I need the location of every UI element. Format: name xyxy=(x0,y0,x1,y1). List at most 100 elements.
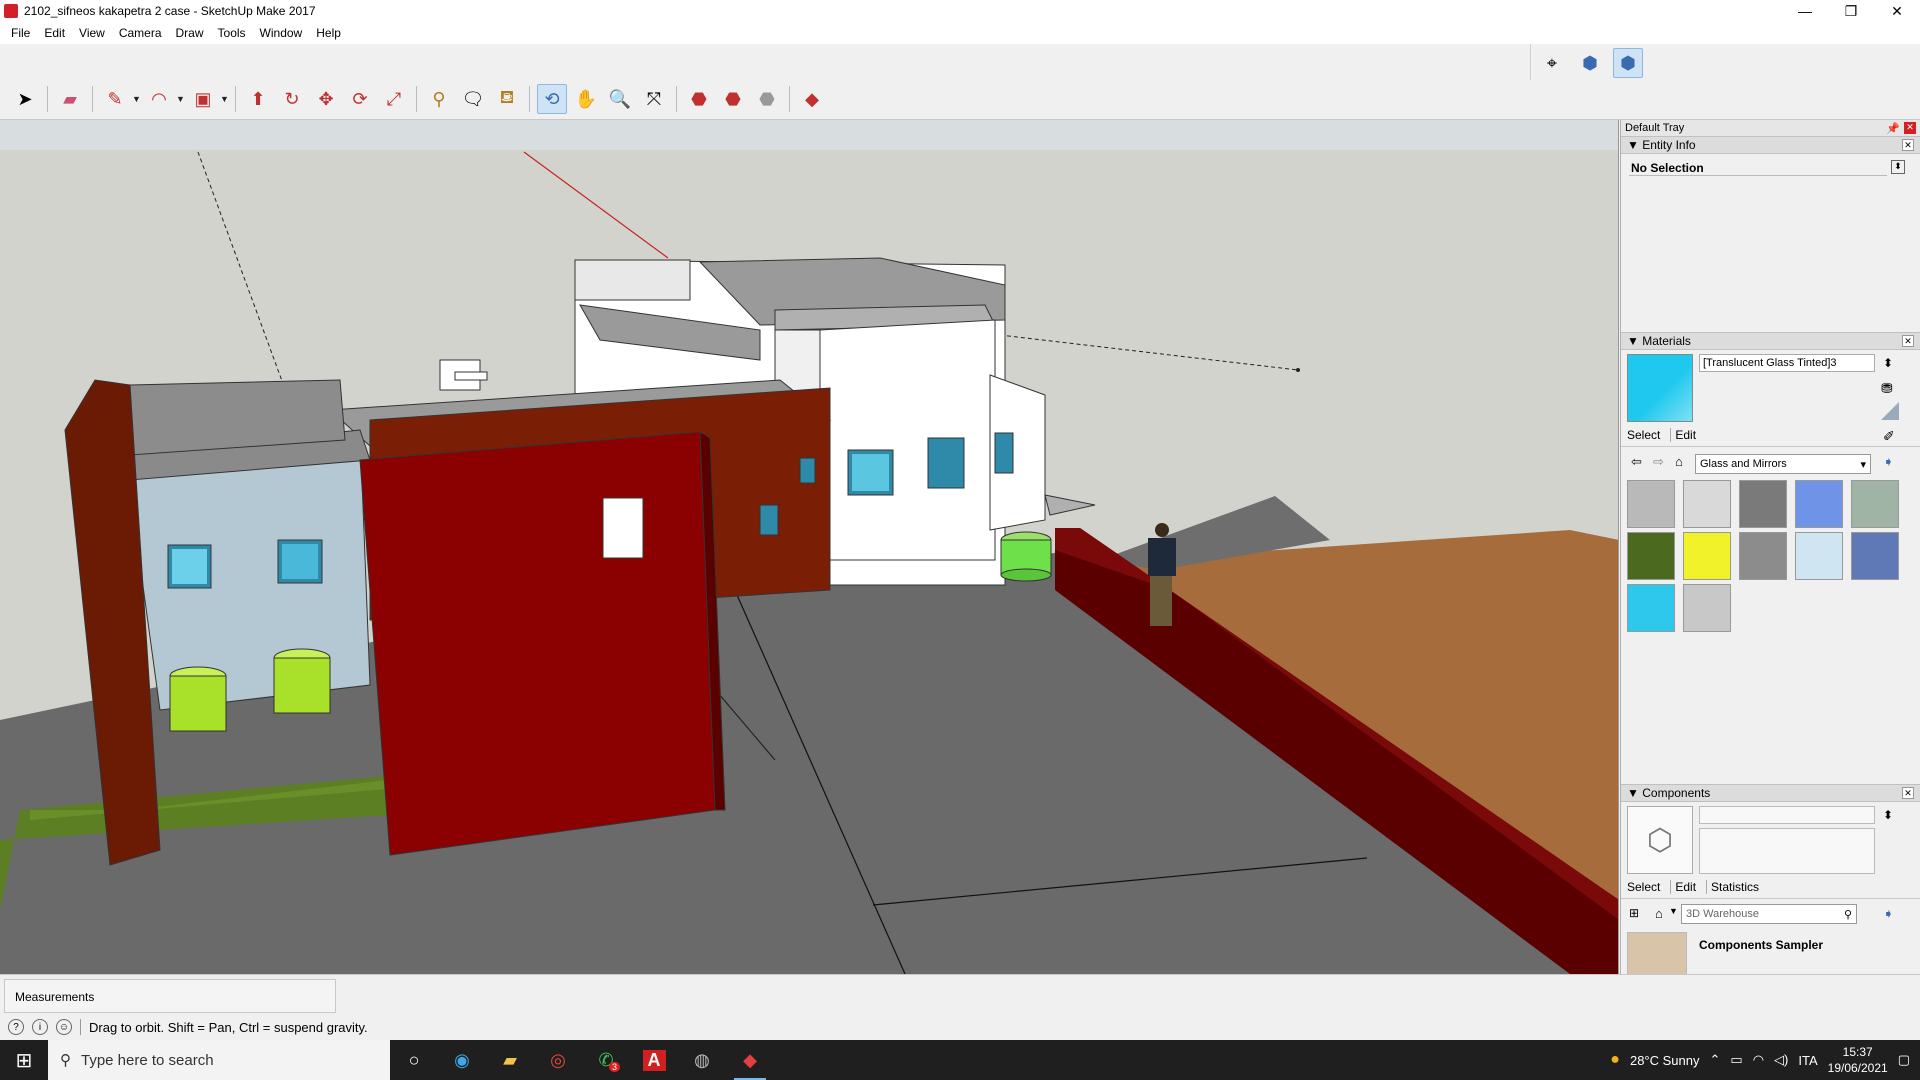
pan-tool-icon[interactable]: ✋ xyxy=(571,84,601,114)
components-close-icon[interactable]: ✕ xyxy=(1902,787,1914,799)
walk-icon[interactable]: ⬢ xyxy=(1575,48,1605,78)
details-arrow-icon[interactable]: ➧ xyxy=(1883,906,1894,922)
material-swatch[interactable] xyxy=(1683,584,1731,632)
tape-measure-icon[interactable]: ⚲ xyxy=(424,84,454,114)
menu-file[interactable]: File xyxy=(4,26,37,40)
edge-browser-icon[interactable]: ◉ xyxy=(438,1040,486,1080)
line-dropdown-icon[interactable]: ▼ xyxy=(132,94,142,104)
zoom-extents-icon[interactable]: ⤧ xyxy=(639,84,669,114)
chrome-browser-icon[interactable]: ◎ xyxy=(534,1040,582,1080)
materials-tab-select[interactable]: Select xyxy=(1627,428,1660,442)
material-name-field[interactable]: [Translucent Glass Tinted]3 xyxy=(1699,354,1875,372)
minimize-button[interactable]: — xyxy=(1782,0,1828,22)
material-swatch[interactable] xyxy=(1739,532,1787,580)
warehouse-search-input[interactable]: 3D Warehouse ⚲ xyxy=(1681,904,1857,924)
ruby-extension-icon[interactable]: ◆ xyxy=(797,84,827,114)
credits-icon[interactable]: i xyxy=(32,1019,48,1035)
material-swatch[interactable] xyxy=(1851,480,1899,528)
material-swatch[interactable] xyxy=(1739,480,1787,528)
windows-start-icon[interactable]: ⊞ xyxy=(0,1040,48,1080)
material-swatch[interactable] xyxy=(1795,532,1843,580)
components-sampler-label[interactable]: Components Sampler xyxy=(1699,938,1823,952)
geo-location-icon[interactable]: ? xyxy=(8,1019,24,1035)
home-icon[interactable]: ⌂ xyxy=(1655,906,1663,921)
navigation-dropdown-icon[interactable]: ▼ xyxy=(1669,906,1678,916)
material-swatch[interactable] xyxy=(1627,532,1675,580)
move-tool-icon[interactable]: ✥ xyxy=(311,84,341,114)
share-model-icon[interactable]: ⬣ xyxy=(752,84,782,114)
file-explorer-icon[interactable]: ▰ xyxy=(486,1040,534,1080)
rectangle-dropdown-icon[interactable]: ▼ xyxy=(220,94,230,104)
autocad-icon[interactable]: A xyxy=(630,1040,678,1080)
material-swatch[interactable] xyxy=(1627,584,1675,632)
position-camera-icon[interactable]: ⌖ xyxy=(1537,48,1567,78)
material-swatch[interactable] xyxy=(1851,532,1899,580)
components-tab-edit[interactable]: Edit xyxy=(1670,880,1696,894)
forward-arrow-icon[interactable]: ⇨ xyxy=(1653,454,1664,470)
home-icon[interactable]: ⌂ xyxy=(1675,454,1683,469)
arc-dropdown-icon[interactable]: ▼ xyxy=(176,94,186,104)
component-description-field[interactable] xyxy=(1699,828,1875,874)
default-material-icon[interactable] xyxy=(1881,402,1899,420)
follow-me-icon[interactable]: ↻ xyxy=(277,84,307,114)
maximize-button[interactable]: ❐ xyxy=(1828,0,1874,22)
orbit-tool-icon[interactable]: ⟲ xyxy=(537,84,567,114)
material-swatch[interactable] xyxy=(1795,480,1843,528)
material-details-icon[interactable]: ⬍ xyxy=(1883,356,1893,370)
create-material-icon[interactable]: ⛃ xyxy=(1881,380,1893,397)
materials-close-icon[interactable]: ✕ xyxy=(1902,335,1914,347)
line-tool-icon[interactable]: ✎ xyxy=(100,84,130,114)
entity-info-close-icon[interactable]: ✕ xyxy=(1902,139,1914,151)
whatsapp-icon[interactable]: ✆ 3 xyxy=(582,1040,630,1080)
notifications-icon[interactable]: ▢ xyxy=(1898,1052,1910,1068)
task-view-icon[interactable]: ○ xyxy=(390,1040,438,1080)
sample-paint-icon[interactable]: ✐ xyxy=(1883,428,1895,445)
extension-warehouse-icon[interactable]: ⬣ xyxy=(718,84,748,114)
taskbar-search-box[interactable]: ⚲ Type here to search xyxy=(48,1040,390,1080)
rotate-tool-icon[interactable]: ⟳ xyxy=(345,84,375,114)
library-select[interactable]: Glass and Mirrors ▾ xyxy=(1695,454,1871,474)
components-header[interactable]: ▼ Components ✕ xyxy=(1621,784,1920,802)
disc-app-icon[interactable]: ◍ xyxy=(678,1040,726,1080)
language-indicator[interactable]: ITA xyxy=(1798,1053,1817,1068)
material-swatch[interactable] xyxy=(1627,480,1675,528)
entity-info-header[interactable]: ▼ Entity Info ✕ xyxy=(1621,136,1920,154)
3d-warehouse-icon[interactable]: ⬣ xyxy=(684,84,714,114)
materials-tab-edit[interactable]: Edit xyxy=(1670,428,1696,442)
model-viewport[interactable] xyxy=(0,120,1619,974)
details-arrow-icon[interactable]: ➧ xyxy=(1883,454,1894,470)
search-icon[interactable]: ⚲ xyxy=(1844,908,1852,921)
back-arrow-icon[interactable]: ⇦ xyxy=(1631,454,1642,470)
material-swatch[interactable] xyxy=(1683,480,1731,528)
component-name-field[interactable] xyxy=(1699,806,1875,824)
close-button[interactable]: ✕ xyxy=(1874,0,1920,22)
material-swatch[interactable] xyxy=(1683,532,1731,580)
pin-icon[interactable]: 📌 xyxy=(1886,122,1900,135)
chevron-up-icon[interactable]: ⌃ xyxy=(1710,1052,1721,1068)
scale-tool-icon[interactable]: ⤢ xyxy=(379,84,409,114)
materials-header[interactable]: ▼ Materials ✕ xyxy=(1621,332,1920,350)
eraser-icon[interactable]: ▰ xyxy=(55,84,85,114)
components-tab-select[interactable]: Select xyxy=(1627,880,1660,894)
arc-tool-icon[interactable]: ◠ xyxy=(144,84,174,114)
sketchup-taskbar-icon[interactable]: ◆ xyxy=(726,1040,774,1080)
menu-window[interactable]: Window xyxy=(253,26,310,40)
view-options-icon[interactable]: ⊞ xyxy=(1629,906,1639,920)
battery-icon[interactable]: ▭ xyxy=(1730,1052,1742,1068)
measurements-box[interactable]: Measurements xyxy=(4,979,336,1013)
entity-details-icon[interactable]: ⬍ xyxy=(1891,160,1905,174)
speaker-icon[interactable]: ◁) xyxy=(1774,1052,1788,1068)
rectangle-tool-icon[interactable]: ▣ xyxy=(188,84,218,114)
weather-text[interactable]: 28°C Sunny xyxy=(1630,1053,1700,1068)
menu-help[interactable]: Help xyxy=(309,26,348,40)
zoom-tool-icon[interactable]: 🔍 xyxy=(605,84,635,114)
look-around-icon[interactable]: ⬢ xyxy=(1613,48,1643,78)
menu-edit[interactable]: Edit xyxy=(37,26,72,40)
menu-tools[interactable]: Tools xyxy=(211,26,253,40)
menu-draw[interactable]: Draw xyxy=(169,26,211,40)
menu-view[interactable]: View xyxy=(72,26,112,40)
text-tool-icon[interactable]: 🗨 xyxy=(458,84,488,114)
components-tab-statistics[interactable]: Statistics xyxy=(1706,880,1759,894)
menu-camera[interactable]: Camera xyxy=(112,26,169,40)
paint-bucket-icon[interactable]: ⛾ xyxy=(492,84,522,114)
